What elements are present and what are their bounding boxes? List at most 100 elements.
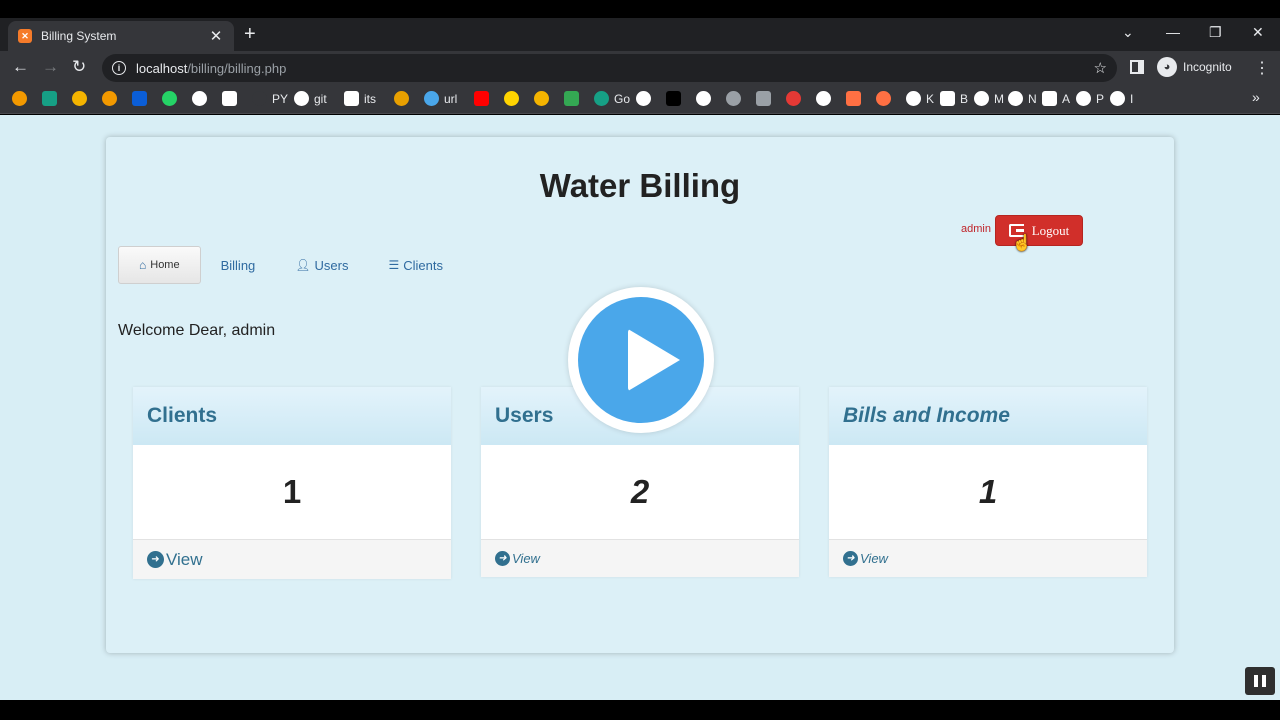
bookmark-favicon-icon (72, 91, 87, 106)
back-icon[interactable]: ← (12, 58, 29, 76)
bookmark-favicon-icon (594, 91, 609, 106)
browser-menu-icon[interactable]: ⋮ (1254, 58, 1270, 78)
pause-bar-icon (1254, 675, 1258, 687)
restore-icon[interactable]: ❐ (1209, 24, 1222, 41)
bookmark-item[interactable] (102, 91, 117, 106)
incognito-icon: ◕ (1157, 57, 1177, 77)
bookmark-item[interactable]: P (1076, 91, 1104, 106)
bookmark-item[interactable]: M (974, 91, 1004, 106)
nav-tab-home[interactable]: ⌂ Home (118, 246, 201, 284)
nav-tab-label: Home (150, 259, 180, 271)
new-tab-button[interactable]: + (244, 24, 256, 44)
nav-tab-billing[interactable]: Billing (201, 246, 276, 284)
bookmark-star-icon[interactable]: ☆ (1094, 59, 1107, 77)
bookmark-favicon-icon (162, 91, 177, 106)
bookmark-favicon-icon (636, 91, 651, 106)
incognito-profile[interactable]: ◕ Incognito (1157, 57, 1232, 77)
url-path: /billing/billing.php (187, 60, 287, 76)
current-user-label: admin (961, 223, 991, 235)
bookmark-item[interactable] (846, 91, 861, 106)
bookmark-item[interactable]: url (424, 91, 457, 106)
tab-title: Billing System (41, 29, 117, 43)
bookmark-item[interactable] (726, 91, 741, 106)
view-link-label: View (166, 549, 203, 569)
bookmark-item[interactable] (696, 91, 711, 106)
forward-icon[interactable]: → (42, 58, 59, 76)
card-view-link[interactable]: ➜ View (481, 539, 799, 577)
bookmark-item[interactable] (636, 91, 651, 106)
bookmark-item[interactable] (162, 91, 177, 106)
bookmark-item[interactable]: K (906, 91, 934, 106)
bookmark-item[interactable]: A (1042, 91, 1070, 106)
address-bar[interactable]: i localhost/billing/billing.php ☆ (102, 54, 1117, 82)
bookmark-item[interactable] (12, 91, 27, 106)
bookmark-item[interactable] (534, 91, 549, 106)
bookmark-item[interactable] (756, 91, 771, 106)
bookmark-label: P (1096, 91, 1105, 106)
bookmark-label: git (314, 91, 327, 106)
nav-tab-label: Clients (403, 257, 443, 273)
bookmark-item[interactable] (564, 91, 579, 106)
bookmark-favicon-icon (294, 91, 309, 106)
nav-tab-clients[interactable]: ☰ Clients (368, 246, 463, 284)
bookmark-item[interactable]: B (940, 91, 968, 106)
bookmark-item[interactable]: PY (252, 91, 288, 106)
tab-search-icon[interactable]: ⌄ (1122, 24, 1134, 41)
tab-billing-system[interactable]: ✕ Billing System ✕ (8, 21, 234, 51)
pause-button[interactable] (1245, 667, 1275, 695)
list-icon: ☰ (388, 258, 400, 272)
bookmark-favicon-icon (974, 91, 989, 106)
tab-close-icon[interactable]: ✕ (208, 27, 224, 45)
bookmark-label: A (1062, 91, 1071, 106)
pause-bar-icon (1262, 675, 1266, 687)
bookmark-item[interactable] (192, 91, 207, 106)
card-value: 2 (630, 473, 650, 510)
bookmark-item[interactable] (474, 91, 489, 106)
bookmark-item[interactable] (42, 91, 57, 106)
arrow-right-circle-icon: ➜ (495, 551, 510, 566)
bookmark-favicon-icon (474, 91, 489, 106)
bookmark-item[interactable] (132, 91, 147, 106)
bookmark-label: M (994, 91, 1004, 106)
bookmark-item[interactable]: N (1008, 91, 1037, 106)
bookmark-item[interactable] (394, 91, 409, 106)
bookmark-item[interactable] (786, 91, 801, 106)
bookmark-favicon-icon (1042, 91, 1057, 106)
site-info-icon[interactable]: i (112, 61, 126, 75)
bookmark-item[interactable]: I (1110, 91, 1133, 106)
bookmark-label: Go (614, 91, 631, 106)
bookmark-item[interactable] (72, 91, 87, 106)
bookmark-favicon-icon (252, 91, 267, 106)
bookmark-item[interactable] (666, 91, 681, 106)
minimize-icon[interactable]: — (1166, 24, 1180, 40)
bookmark-item[interactable] (816, 91, 831, 106)
play-icon (628, 329, 680, 391)
bookmark-favicon-icon (1110, 91, 1125, 106)
nav-tabs: ⌂ Home Billing 👤︎ Users ☰ Clients (118, 246, 463, 284)
bookmark-favicon-icon (344, 91, 359, 106)
card-view-link[interactable]: ➜ View (829, 539, 1147, 577)
side-panel-icon[interactable] (1130, 60, 1144, 74)
bookmark-item[interactable] (222, 91, 237, 106)
bookmark-favicon-icon (786, 91, 801, 106)
bookmark-favicon-icon (424, 91, 439, 106)
logout-button[interactable]: Logout (995, 215, 1083, 246)
close-window-icon[interactable]: ✕ (1252, 24, 1264, 41)
bookmark-item[interactable] (504, 91, 519, 106)
bookmark-favicon-icon (12, 91, 27, 106)
bookmark-item[interactable]: git (294, 91, 327, 106)
video-play-button[interactable] (568, 287, 714, 433)
card-view-link[interactable]: ➜ View (133, 539, 451, 579)
page-title: Water Billing (539, 167, 741, 204)
nav-tab-users[interactable]: 👤︎ Users (275, 246, 368, 284)
bookmark-item[interactable]: Go (594, 91, 630, 106)
bookmark-item[interactable]: its (344, 91, 376, 106)
hand-cursor-icon: ☝ (1012, 235, 1032, 252)
bookmark-label: I (1130, 91, 1134, 106)
bookmark-favicon-icon (534, 91, 549, 106)
reload-icon[interactable]: ↻ (72, 58, 86, 76)
bookmark-item[interactable] (876, 91, 891, 106)
more-bookmarks-icon[interactable]: » (1252, 89, 1260, 105)
browser-toolbar: ← → ↻ i localhost/billing/billing.php ☆ … (0, 51, 1280, 84)
card-value: 1 (282, 473, 302, 510)
